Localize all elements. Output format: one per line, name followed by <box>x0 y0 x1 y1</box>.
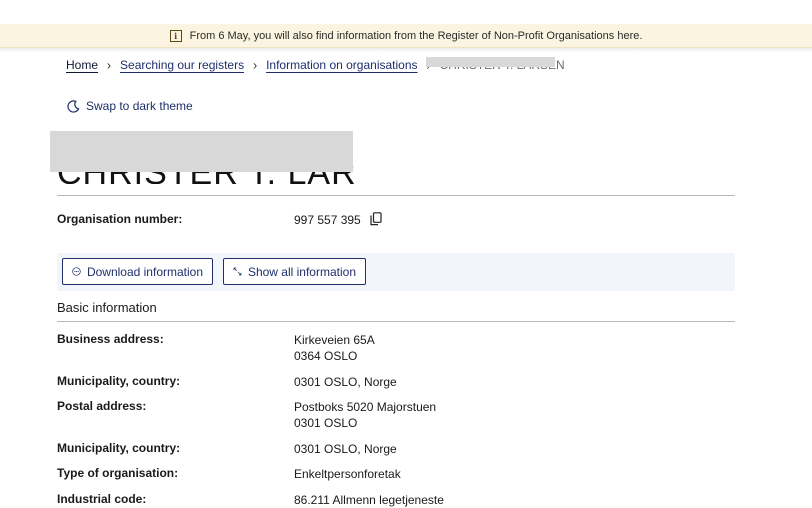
info-banner: i From 6 May, you will also find informa… <box>0 24 812 48</box>
show-all-information-label: Show all information <box>247 264 356 279</box>
chevron-right-icon: › <box>253 57 258 73</box>
municipality-value: 0301 OSLO, Norge <box>294 375 397 389</box>
copy-icon[interactable] <box>370 212 382 226</box>
municipality-label: Municipality, country: <box>57 374 181 388</box>
postal-address-line1: Postboks 5020 Majorstuen <box>294 400 437 414</box>
org-type-value: Enkeltpersonforetak <box>294 467 401 481</box>
breadcrumb-home-link[interactable]: Home <box>66 58 98 72</box>
title-divider <box>57 195 735 196</box>
breadcrumb-organisations-link[interactable]: Information on organisations <box>266 58 417 72</box>
expand-arrows-icon <box>233 267 242 276</box>
business-address-line2: 0364 OSLO <box>294 349 358 363</box>
business-address-line1: Kirkeveien 65A <box>294 333 375 347</box>
org-type-label: Type of organisation: <box>57 466 179 480</box>
moon-icon <box>67 99 80 113</box>
postal-address-label: Postal address: <box>57 399 147 413</box>
org-number-value: 997 557 395 <box>294 213 361 227</box>
redaction-block <box>50 131 353 172</box>
postal-address-line2: 0301 OSLO <box>294 416 358 430</box>
dark-theme-label: Swap to dark theme <box>86 99 193 113</box>
download-information-label: Download information <box>86 264 203 279</box>
download-information-button[interactable]: Download information <box>62 258 213 285</box>
redaction-block <box>426 57 555 67</box>
org-number-label: Organisation number: <box>57 212 183 226</box>
breadcrumb-registers-link[interactable]: Searching our registers <box>120 58 244 72</box>
section-divider <box>57 321 735 322</box>
banner-divider <box>0 48 812 52</box>
industrial-code-value: 86.211 Allmenn legetjeneste <box>294 493 444 507</box>
basic-information-heading: Basic information <box>57 300 157 315</box>
top-strip <box>0 0 812 24</box>
business-address-label: Business address: <box>57 332 164 346</box>
industrial-code-label: Industrial code: <box>57 492 147 506</box>
dark-theme-toggle[interactable]: Swap to dark theme <box>67 99 193 113</box>
chevron-right-icon: › <box>107 57 112 73</box>
show-all-information-button[interactable]: Show all information <box>223 258 366 285</box>
ellipsis-circle-icon <box>72 267 81 276</box>
municipality-label: Municipality, country: <box>57 441 181 455</box>
info-icon: i <box>169 29 182 42</box>
banner-text: From 6 May, you will also find informati… <box>189 29 643 42</box>
municipality-value: 0301 OSLO, Norge <box>294 442 397 456</box>
